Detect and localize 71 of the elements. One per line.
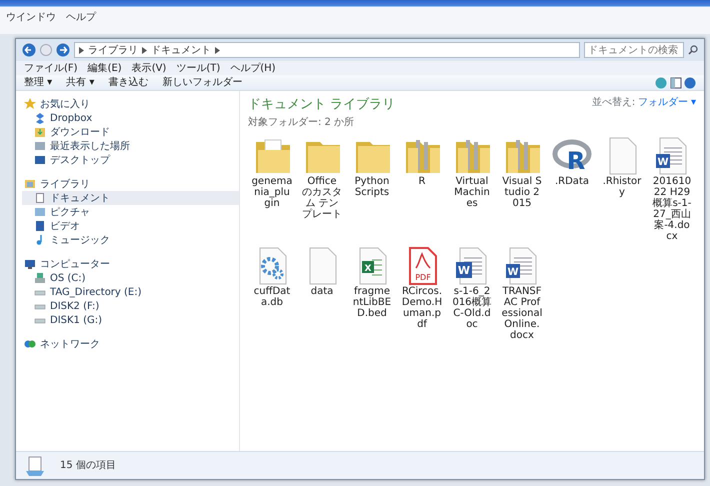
chevron-icon bbox=[215, 46, 220, 54]
sort-dropdown[interactable]: フォルダー ▾ bbox=[638, 95, 696, 110]
menu-item[interactable]: 編集(E) bbox=[88, 60, 122, 76]
menu-item[interactable]: ツール(T) bbox=[176, 60, 220, 76]
file-name[interactable]: data bbox=[302, 286, 342, 296]
file-name[interactable]: fragmentLibBED.bed bbox=[352, 286, 392, 318]
toolbar-button[interactable]: 共有 ▾ bbox=[66, 75, 94, 90]
sidebar-item[interactable]: 最近表示した場所 bbox=[22, 139, 239, 153]
back-button-icon[interactable] bbox=[22, 43, 36, 57]
menu-item[interactable]: 表示(V) bbox=[132, 60, 166, 76]
star-icon bbox=[24, 98, 36, 110]
file-name[interactable]: genemania_plugin bbox=[252, 176, 292, 208]
sidebar-item[interactable]: DISK1 (G:) bbox=[22, 313, 239, 327]
network-icon bbox=[24, 338, 36, 350]
file-name[interactable]: .Rhistory bbox=[602, 176, 642, 198]
file-name[interactable]: R bbox=[402, 176, 442, 186]
menu-item[interactable]: ヘルプ(H) bbox=[230, 60, 276, 76]
video-icon bbox=[34, 220, 46, 232]
breadcrumb-item[interactable]: ライブラリ bbox=[88, 42, 138, 58]
library-title: ドキュメント ライブラリ bbox=[248, 96, 396, 114]
document-icon bbox=[34, 192, 46, 204]
sidebar-item[interactable]: Dropbox bbox=[22, 111, 239, 125]
chevron-icon bbox=[79, 46, 84, 54]
refresh-button-icon[interactable] bbox=[56, 43, 70, 57]
sidebar-item[interactable]: ビデオ bbox=[22, 219, 239, 233]
sidebar-item[interactable]: DISK2 (F:) bbox=[22, 299, 239, 313]
item-count: 15 個の項目 bbox=[60, 459, 116, 473]
menu-item[interactable]: ファイル(F) bbox=[24, 60, 78, 76]
recent-places-icon bbox=[34, 140, 46, 152]
dropbox-icon bbox=[34, 112, 46, 124]
menu-item[interactable]: ウインドウ bbox=[6, 12, 56, 23]
sidebar-item[interactable]: ミュージック bbox=[22, 233, 239, 247]
sort-label: 並べ替え: bbox=[592, 96, 636, 110]
breadcrumb-item[interactable]: ドキュメント bbox=[151, 42, 211, 58]
sidebar-item[interactable]: お気に入り bbox=[22, 97, 239, 111]
menu-item[interactable]: ヘルプ bbox=[66, 12, 96, 23]
library-icon bbox=[24, 178, 36, 190]
sidebar-item[interactable]: ピクチャ bbox=[22, 205, 239, 219]
search-icon bbox=[688, 45, 698, 55]
picture-icon bbox=[34, 206, 46, 218]
address-bar[interactable]: ライブラリ ドキュメント bbox=[74, 42, 580, 58]
sidebar-item[interactable]: OS (C:) bbox=[22, 271, 239, 285]
file-name[interactable]: Visual Studio 2015 bbox=[502, 176, 542, 208]
file-name[interactable]: 20161022 H29概算s-1-27_西山案-4.docx bbox=[652, 176, 692, 242]
toolbar-button[interactable]: 書き込む bbox=[108, 75, 148, 90]
sidebar-item[interactable]: ドキュメント bbox=[22, 191, 239, 205]
sidebar-item[interactable]: コンピューター bbox=[22, 257, 239, 271]
computer-icon bbox=[24, 258, 36, 270]
file-name[interactable]: Office のカスタム テンプレート bbox=[302, 176, 342, 220]
chevron-icon bbox=[142, 46, 147, 54]
sidebar-item[interactable]: TAG_Directory (E:) bbox=[22, 285, 239, 299]
file-name[interactable]: cuffData.db bbox=[252, 286, 292, 308]
toolbar-button[interactable]: 新しいフォルダー bbox=[162, 75, 242, 90]
file-name[interactable]: Python Scripts bbox=[352, 176, 392, 198]
drive-icon bbox=[34, 272, 46, 284]
library-icon bbox=[24, 454, 46, 476]
file-name[interactable]: s-1-6_2016概算C-Old.doc bbox=[452, 286, 492, 330]
file-name[interactable]: TRANSFAC Professional Online.docx bbox=[502, 286, 542, 340]
file-name[interactable]: RCircos.Demo.Human.pdf bbox=[402, 286, 442, 330]
pane-icon[interactable] bbox=[670, 76, 682, 88]
desktop-icon bbox=[34, 154, 46, 166]
file-name[interactable]: .RData bbox=[552, 176, 592, 186]
library-subtitle: 対象フォルダー: 2 か所 bbox=[248, 116, 356, 130]
download-folder-icon bbox=[34, 126, 46, 138]
sidebar-item[interactable]: ダウンロード bbox=[22, 125, 239, 139]
sidebar-item[interactable]: ネットワーク bbox=[22, 337, 239, 351]
sidebar-item[interactable]: ライブラリ bbox=[22, 177, 239, 191]
toolbar-button[interactable]: 整理 ▾ bbox=[24, 75, 52, 90]
sidebar-item[interactable]: デスクトップ bbox=[22, 153, 239, 167]
file-name[interactable]: Virtual Machines bbox=[452, 176, 492, 208]
search-field[interactable]: ドキュメントの検索 bbox=[584, 42, 684, 58]
